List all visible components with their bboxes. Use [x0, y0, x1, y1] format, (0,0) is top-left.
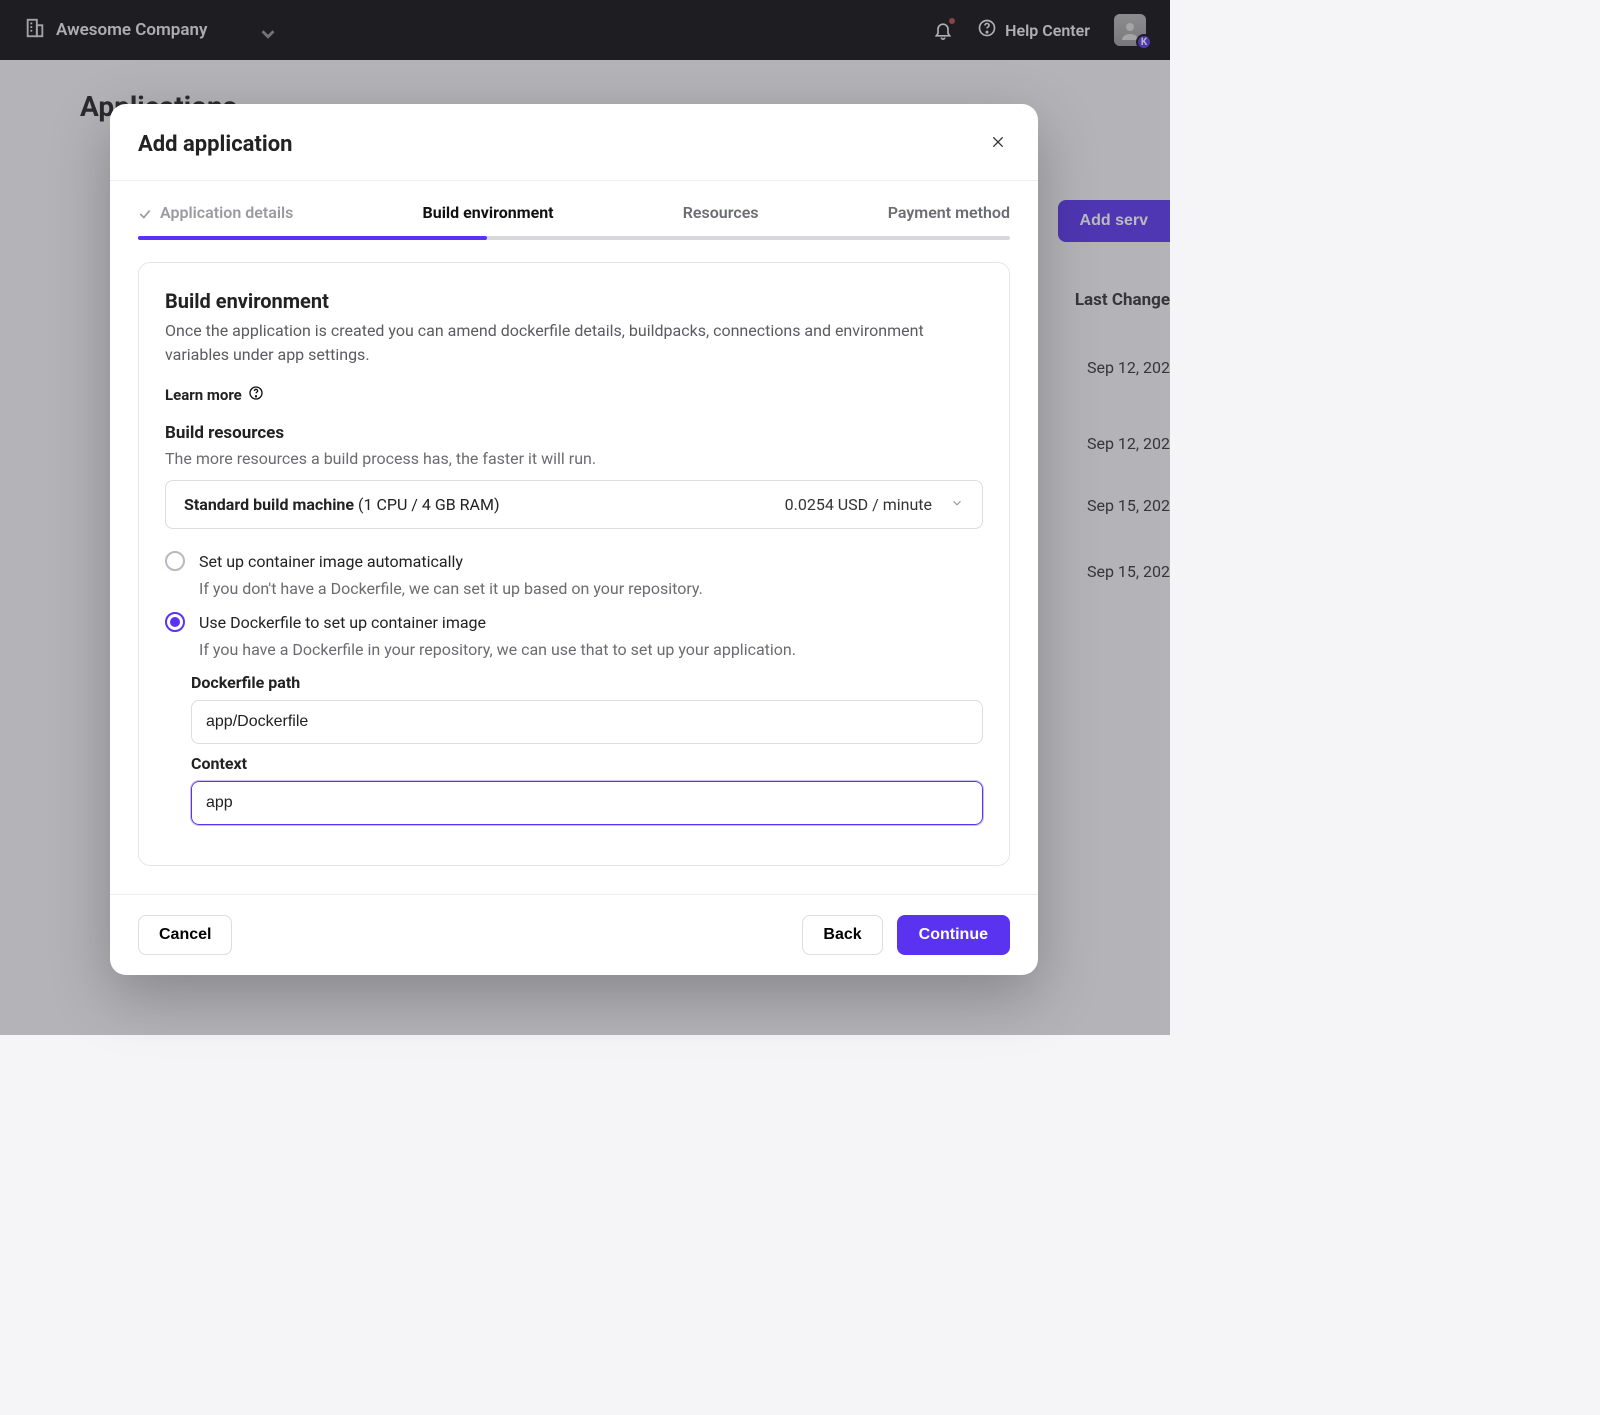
back-button[interactable]: Back [802, 915, 882, 955]
build-machine-price: 0.0254 USD / minute [785, 495, 932, 514]
cancel-button[interactable]: Cancel [138, 915, 232, 955]
context-label: Context [191, 754, 983, 773]
step-label: Build environment [423, 203, 554, 222]
build-machine-option: Standard build machine (1 CPU / 4 GB RAM… [184, 495, 500, 514]
learn-more-link[interactable]: Learn more [165, 385, 264, 405]
step-label: Resources [683, 203, 759, 222]
context-input[interactable] [191, 781, 983, 825]
step-label: Payment method [888, 203, 1010, 222]
build-resources-description: The more resources a build process has, … [165, 449, 983, 468]
section-description: Once the application is created you can … [165, 319, 983, 367]
build-resources-title: Build resources [165, 423, 983, 443]
option-auto-radio[interactable]: Set up container image automatically [165, 551, 983, 571]
build-machine-select[interactable]: Standard build machine (1 CPU / 4 GB RAM… [165, 480, 983, 529]
learn-more-label: Learn more [165, 386, 242, 404]
dockerfile-path-input[interactable] [191, 700, 983, 744]
step-payment-method[interactable]: Payment method [888, 203, 1010, 222]
step-resources[interactable]: Resources [683, 203, 759, 222]
help-icon [248, 385, 264, 405]
dockerfile-path-label: Dockerfile path [191, 673, 983, 692]
build-machine-spec: (1 CPU / 4 GB RAM) [358, 495, 500, 514]
option-auto-description: If you don't have a Dockerfile, we can s… [199, 579, 983, 598]
close-button[interactable] [986, 130, 1010, 158]
continue-button[interactable]: Continue [897, 915, 1010, 955]
modal-footer: Cancel Back Continue [110, 894, 1038, 975]
add-application-modal: Add application Application details Buil… [110, 104, 1038, 975]
modal-title: Add application [138, 132, 292, 157]
step-application-details[interactable]: Application details [138, 203, 293, 222]
close-icon [990, 136, 1006, 154]
step-build-environment[interactable]: Build environment [423, 203, 554, 222]
option-dockerfile-radio[interactable]: Use Dockerfile to set up container image [165, 612, 983, 632]
build-environment-card: Build environment Once the application i… [138, 262, 1010, 866]
radio-unchecked-icon [165, 551, 185, 571]
check-icon [138, 206, 152, 220]
section-title: Build environment [165, 289, 983, 313]
step-label: Application details [160, 203, 293, 222]
build-machine-name: Standard build machine [184, 495, 354, 514]
radio-checked-icon [165, 612, 185, 632]
option-dockerfile-description: If you have a Dockerfile in your reposit… [199, 640, 983, 659]
progress-track [138, 236, 1010, 240]
option-auto-label: Set up container image automatically [199, 552, 463, 571]
progress-fill [138, 236, 487, 240]
option-dockerfile-label: Use Dockerfile to set up container image [199, 613, 486, 632]
stepper: Application details Build environment Re… [110, 181, 1038, 222]
chevron-down-icon [950, 495, 964, 514]
modal-body: Build environment Once the application i… [110, 240, 1038, 894]
option-auto-block: Set up container image automatically If … [165, 551, 983, 598]
option-dockerfile-block: Use Dockerfile to set up container image… [165, 612, 983, 825]
modal-header: Add application [110, 104, 1038, 181]
